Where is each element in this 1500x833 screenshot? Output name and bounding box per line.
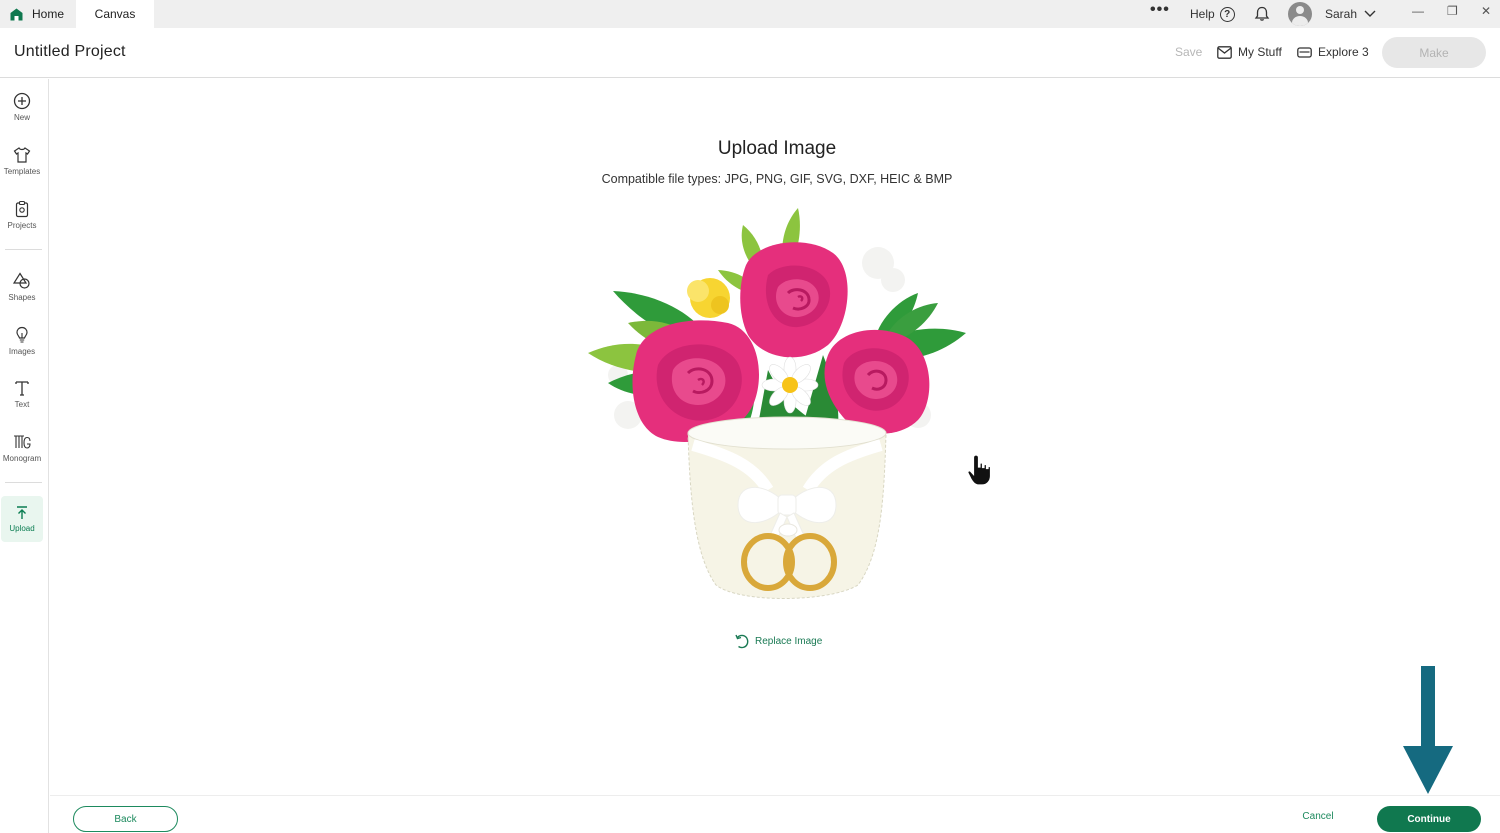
sidebar-item-label: New <box>13 113 30 122</box>
sidebar-item-label: Images <box>8 347 36 356</box>
avatar <box>1288 2 1312 26</box>
hand-cursor-icon <box>967 454 992 486</box>
sidebar-item-shapes[interactable]: Shapes <box>0 272 44 302</box>
sidebar-item-templates[interactable]: Templates <box>0 146 44 176</box>
upload-icon <box>17 506 27 519</box>
make-button[interactable]: Make <box>1382 37 1486 68</box>
tab-home-label: Home <box>32 7 65 21</box>
notifications-button[interactable] <box>1254 0 1270 28</box>
back-button[interactable]: Back <box>73 806 178 832</box>
sidebar-item-label: Projects <box>7 221 37 230</box>
sidebar-item-label: Shapes <box>8 293 36 302</box>
close-button[interactable]: ✕ <box>1481 0 1491 22</box>
tab-canvas-label: Canvas <box>94 7 136 21</box>
footer-divider <box>50 795 1500 796</box>
sidebar-item-label: Text <box>14 400 30 409</box>
help-icon: ? <box>1219 6 1235 22</box>
sidebar-item-projects[interactable]: Projects <box>0 200 44 230</box>
clipboard-icon <box>15 200 29 218</box>
plus-circle-icon <box>13 92 31 110</box>
sidebar-item-upload[interactable]: Upload <box>1 496 43 542</box>
lightbulb-icon <box>16 326 28 343</box>
tab-home[interactable]: Home <box>0 0 76 28</box>
continue-button[interactable]: Continue <box>1377 806 1481 832</box>
monogram-icon <box>14 435 31 449</box>
left-sidebar: New Templates Projects Shapes Images Tex… <box>0 79 49 833</box>
sidebar-item-label: Monogram <box>2 454 42 463</box>
sidebar-item-text[interactable]: Text <box>0 379 44 409</box>
more-options-icon[interactable]: ••• <box>1150 0 1170 24</box>
sidebar-divider <box>5 249 42 250</box>
sidebar-item-monogram[interactable]: Monogram <box>0 433 44 463</box>
bell-icon <box>1254 6 1270 21</box>
title-bar: Home Canvas ••• Help ? Sarah — ❐ ✕ <box>0 0 1500 28</box>
help-button[interactable]: Help ? <box>1190 0 1235 28</box>
user-menu[interactable]: Sarah <box>1288 0 1377 28</box>
arrow-down-icon <box>1403 666 1453 794</box>
my-stuff-label: My Stuff <box>1238 45 1282 59</box>
chevron-down-icon <box>1364 10 1376 17</box>
project-title[interactable]: Untitled Project <box>14 43 126 61</box>
save-button[interactable]: Save <box>1175 45 1202 59</box>
replace-image-button[interactable]: Replace Image <box>734 633 822 650</box>
refresh-icon <box>735 634 749 649</box>
envelope-icon <box>1217 45 1232 59</box>
restore-button[interactable]: ❐ <box>1447 0 1458 22</box>
uploaded-image-preview <box>588 208 966 599</box>
machine-label: Explore 3 <box>1318 45 1369 59</box>
project-header: Untitled Project Save My Stuff Explore 3… <box>0 28 1500 78</box>
sidebar-item-label: Upload <box>9 524 35 533</box>
my-stuff-button[interactable]: My Stuff <box>1217 45 1282 59</box>
home-icon <box>10 8 23 20</box>
help-label: Help <box>1190 7 1215 21</box>
user-name: Sarah <box>1325 7 1358 21</box>
page-title: Upload Image <box>717 138 837 159</box>
replace-image-label: Replace Image <box>755 636 823 647</box>
minimize-button[interactable]: — <box>1412 0 1424 22</box>
cancel-button[interactable]: Cancel <box>1288 811 1348 822</box>
machine-button[interactable]: Explore 3 <box>1297 45 1369 59</box>
tab-canvas[interactable]: Canvas <box>76 0 154 28</box>
sidebar-divider <box>5 482 42 483</box>
shapes-icon <box>13 272 30 289</box>
machine-icon <box>1297 46 1312 58</box>
sidebar-item-new[interactable]: New <box>0 92 44 122</box>
shirt-icon <box>13 147 31 163</box>
file-types-text: Compatible file types: JPG, PNG, GIF, SV… <box>601 172 953 186</box>
sidebar-item-images[interactable]: Images <box>0 326 44 356</box>
text-icon <box>15 381 29 396</box>
sidebar-item-label: Templates <box>3 167 41 176</box>
